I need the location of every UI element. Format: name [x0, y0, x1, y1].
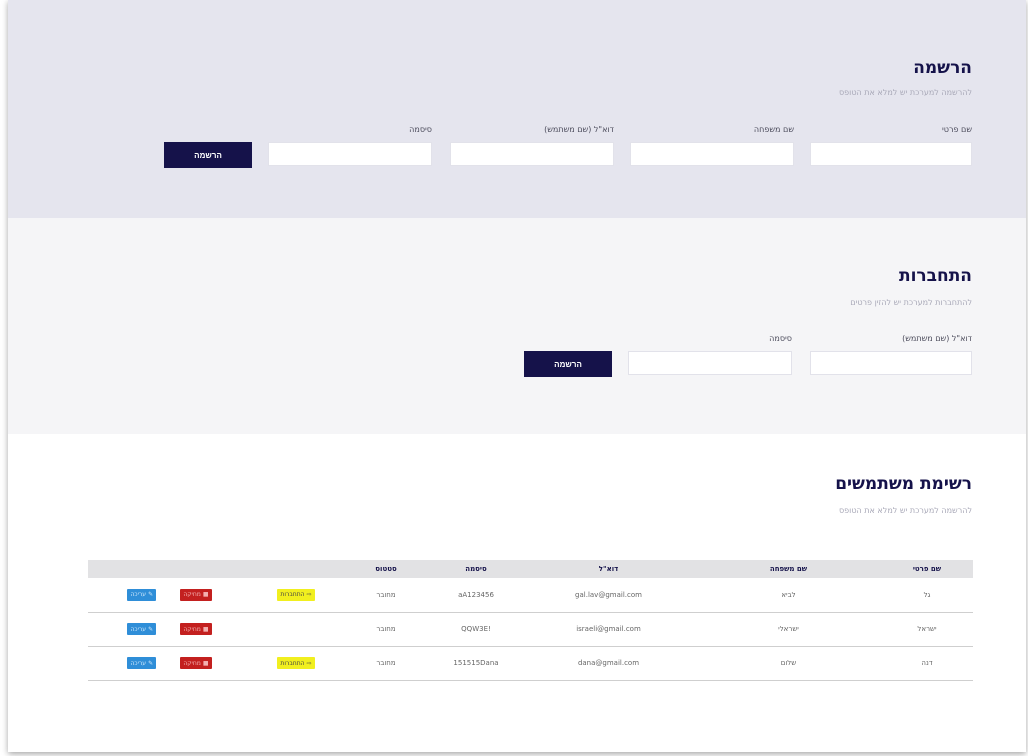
table-row: ישראל ישראלי israeli@gmail.com !QQW3E מח…: [88, 612, 973, 646]
edit-icon: ✎: [148, 591, 154, 599]
first-name-input[interactable]: [810, 142, 972, 166]
delete-button[interactable]: ■ מחיקה: [180, 657, 212, 669]
cell-connect: ⇨ התחברות: [251, 646, 341, 680]
edit-button[interactable]: ✎ עריכה: [127, 657, 157, 669]
register-title: הרשמה: [913, 58, 972, 78]
login-subtitle: להתחברות למערכת יש להזין פרטים: [850, 298, 972, 307]
users-table: שם פרטי שם משפחה דוא"ל סיסמה סטטוס גל לב…: [88, 560, 973, 681]
email-input[interactable]: [450, 142, 614, 166]
col-status: סטטוס: [375, 565, 397, 573]
col-email: דוא"ל: [598, 565, 619, 573]
cell-actions: ■ מחיקה ✎ עריכה: [88, 578, 251, 612]
delete-label: מחיקה: [183, 625, 201, 633]
login-section: התחברות להתחברות למערכת יש להזין פרטים ד…: [8, 218, 1026, 434]
edit-label: עריכה: [130, 591, 147, 599]
col-password: סיסמה: [465, 565, 487, 573]
cell-first: גל: [923, 590, 931, 599]
register-subtitle: להרשמה למערכת יש למלא את הטופס: [838, 88, 972, 97]
login-button[interactable]: הרשמה: [524, 351, 612, 377]
col-actions: [88, 560, 251, 578]
last-name-input[interactable]: [630, 142, 794, 166]
cell-connect: ⇨ התחברות: [251, 578, 341, 612]
delete-label: מחיקה: [183, 659, 201, 667]
login-icon: ⇨: [306, 591, 312, 599]
cell-connect: [251, 612, 341, 646]
edit-icon: ✎: [148, 625, 154, 633]
cell-actions: ■ מחיקה ✎ עריכה: [88, 646, 251, 680]
users-subtitle: להרשמה למערכת יש למלא את הטופס: [838, 506, 972, 515]
cell-password: !QQW3E: [461, 625, 491, 633]
cell-last: ישראלי: [778, 625, 799, 633]
connect-label: התחברות: [280, 591, 305, 599]
cell-password: aA123456: [458, 590, 494, 599]
email-label: דוא"ל (שם משתמש): [544, 125, 614, 134]
login-icon: ⇨: [306, 659, 312, 667]
cell-last: לביא: [781, 590, 796, 599]
table-row: דנה שלום dana@gmail.com 151515Dana מחובר…: [88, 646, 973, 680]
first-name-label: שם פרטי: [941, 125, 972, 134]
delete-button[interactable]: ■ מחיקה: [180, 588, 212, 601]
col-first-name: שם פרטי: [912, 565, 942, 573]
password-label: סיסמה: [409, 125, 432, 134]
cell-status: מחובר: [376, 625, 396, 633]
delete-label: מחיקה: [183, 591, 201, 599]
cell-first: דנה: [921, 659, 933, 667]
edit-button[interactable]: ✎ עריכה: [127, 588, 157, 601]
cell-email: gal.lav@gmail.com: [575, 590, 642, 599]
login-email-label: דוא"ל (שם משתמש): [902, 334, 972, 343]
login-email-input[interactable]: [810, 351, 972, 375]
cell-email: dana@gmail.com: [577, 659, 640, 667]
cell-status: מחובר: [376, 590, 396, 599]
register-button[interactable]: הרשמה: [164, 142, 252, 168]
cell-last: שלום: [780, 659, 797, 667]
trash-icon: ■: [202, 659, 209, 667]
password-input[interactable]: [268, 142, 432, 166]
delete-button[interactable]: ■ מחיקה: [180, 623, 212, 635]
cell-email: israeli@gmail.com: [576, 625, 641, 633]
last-name-label: שם משפחה: [753, 125, 794, 134]
edit-icon: ✎: [148, 659, 154, 667]
login-title: התחברות: [898, 266, 972, 286]
trash-icon: ■: [202, 591, 209, 599]
cell-status: מחובר: [376, 659, 396, 667]
cell-password: 151515Dana: [453, 659, 499, 667]
cell-first: ישראל: [917, 625, 937, 633]
edit-label: עריכה: [130, 625, 147, 633]
register-section: הרשמה להרשמה למערכת יש למלא את הטופס שם …: [8, 0, 1026, 218]
connect-button[interactable]: ⇨ התחברות: [277, 657, 315, 669]
login-password-label: סיסמה: [769, 334, 792, 343]
table-row: גל לביא gal.lav@gmail.com aA123456 מחובר…: [88, 578, 973, 612]
users-section: רשימת משתמשים להרשמה למערכת יש למלא את ה…: [8, 434, 1026, 752]
connect-label: התחברות: [280, 659, 305, 667]
col-last-name: שם משפחה: [769, 565, 808, 573]
login-password-input[interactable]: [628, 351, 792, 375]
table-header-row: שם פרטי שם משפחה דוא"ל סיסמה סטטוס: [88, 560, 973, 578]
col-connect: [251, 560, 341, 578]
page-frame: הרשמה להרשמה למערכת יש למלא את הטופס שם …: [8, 0, 1026, 752]
edit-label: עריכה: [130, 659, 147, 667]
users-title: רשימת משתמשים: [835, 474, 972, 494]
trash-icon: ■: [202, 625, 209, 633]
edit-button[interactable]: ✎ עריכה: [127, 623, 157, 635]
cell-actions: ■ מחיקה ✎ עריכה: [88, 612, 251, 646]
connect-button[interactable]: ⇨ התחברות: [277, 588, 315, 601]
